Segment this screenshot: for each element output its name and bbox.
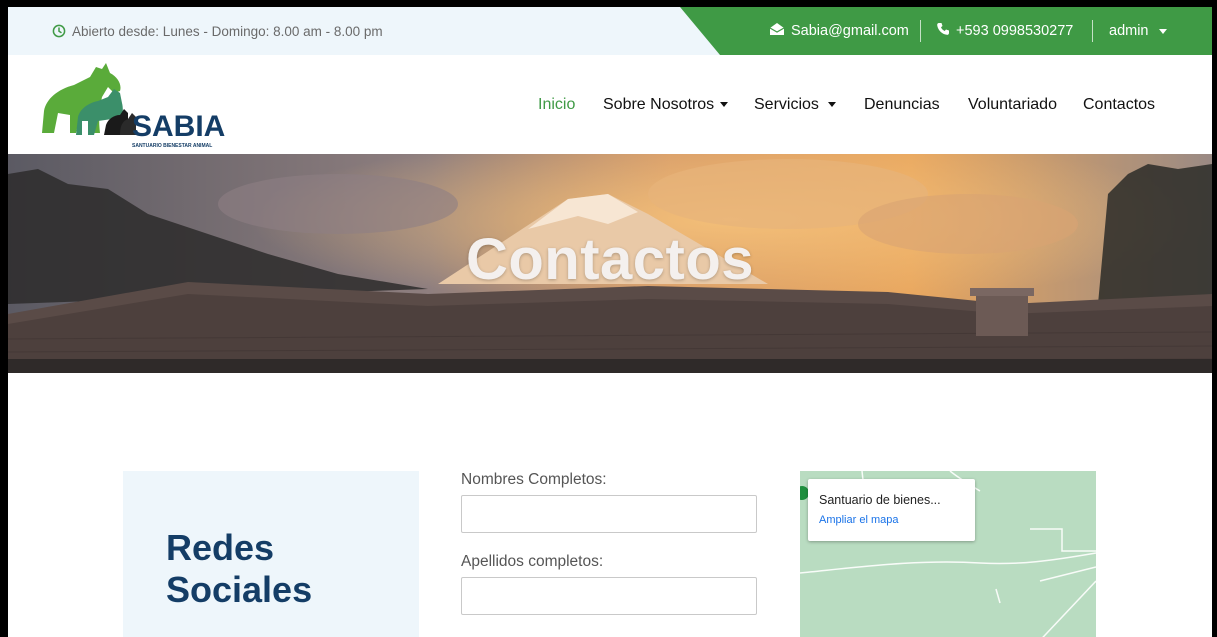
- hero-banner: Contactos: [8, 154, 1212, 373]
- browser-viewport: Abierto desde: Lunes - Domingo: 8.00 am …: [8, 7, 1212, 637]
- enlarge-map-link[interactable]: Ampliar el mapa: [819, 514, 898, 526]
- first-name-label: Nombres Completos:: [461, 471, 607, 488]
- nav-item-label[interactable]: Sobre Nosotros: [603, 96, 714, 114]
- email-link[interactable]: Sabia@gmail.com: [769, 7, 909, 55]
- phone-link[interactable]: +593 0998530277: [936, 7, 1073, 55]
- top-info-bar: Abierto desde: Lunes - Domingo: 8.00 am …: [8, 7, 1212, 55]
- divider: [1092, 20, 1093, 42]
- admin-user-dropdown[interactable]: admin: [1109, 7, 1167, 55]
- email-text[interactable]: Sabia@gmail.com: [791, 23, 909, 39]
- caret-down-icon: [1158, 28, 1167, 34]
- nav-item-servicios[interactable]: Servicios: [754, 55, 836, 154]
- first-name-input[interactable]: [461, 495, 757, 533]
- clock-icon: [52, 24, 66, 38]
- last-name-label: Apellidos completos:: [461, 553, 604, 570]
- brand-tagline: SANTUARIO BIENESTAR ANIMAL: [132, 143, 212, 149]
- phone-text[interactable]: +593 0998530277: [956, 23, 1073, 39]
- admin-user-label[interactable]: admin: [1109, 23, 1149, 39]
- page-title: Contactos: [465, 227, 755, 292]
- nav-item-contactos[interactable]: Contactos: [1083, 55, 1155, 154]
- contact-form: Nombres Completos: Apellidos completos:: [461, 471, 761, 635]
- caret-down-icon: [720, 102, 729, 107]
- social-networks-panel: Redes Sociales: [123, 471, 419, 637]
- contact-bar: Sabia@gmail.com +593 0998530277 admin: [680, 7, 1212, 55]
- divider: [920, 20, 921, 42]
- nav-item-label[interactable]: Voluntariado: [968, 96, 1057, 114]
- nav-item-inicio[interactable]: Inicio: [538, 55, 575, 154]
- main-header: SABIA SANTUARIO BIENESTAR ANIMAL Inicio …: [8, 55, 1212, 154]
- opening-hours: Abierto desde: Lunes - Domingo: 8.00 am …: [52, 7, 383, 55]
- nav-item-label[interactable]: Denuncias: [864, 96, 940, 114]
- map-place-name: Santuario de bienes...: [819, 493, 941, 507]
- phone-icon: [936, 22, 950, 40]
- nav-item-label[interactable]: Inicio: [538, 96, 575, 114]
- nav-item-label[interactable]: Contactos: [1083, 96, 1155, 114]
- envelope-icon: [769, 22, 785, 40]
- nav-item-sobre-nosotros[interactable]: Sobre Nosotros: [603, 55, 729, 154]
- nav-item-label[interactable]: Servicios: [754, 96, 819, 114]
- nav-item-voluntariado[interactable]: Voluntariado: [968, 55, 1057, 154]
- last-name-input[interactable]: [461, 577, 757, 615]
- social-networks-title: Redes Sociales: [166, 527, 313, 610]
- caret-down-icon: [827, 102, 836, 107]
- opening-hours-text: Abierto desde: Lunes - Domingo: 8.00 am …: [72, 23, 383, 39]
- map-info-card: Santuario de bienes... Ampliar el mapa: [808, 479, 975, 541]
- brand-name: SABIA: [132, 110, 225, 143]
- embedded-map[interactable]: Santuario de bienes... Ampliar el mapa: [800, 471, 1096, 637]
- brand-logo[interactable]: SABIA SANTUARIO BIENESTAR ANIMAL: [36, 55, 226, 154]
- nav-item-denuncias[interactable]: Denuncias: [864, 55, 940, 154]
